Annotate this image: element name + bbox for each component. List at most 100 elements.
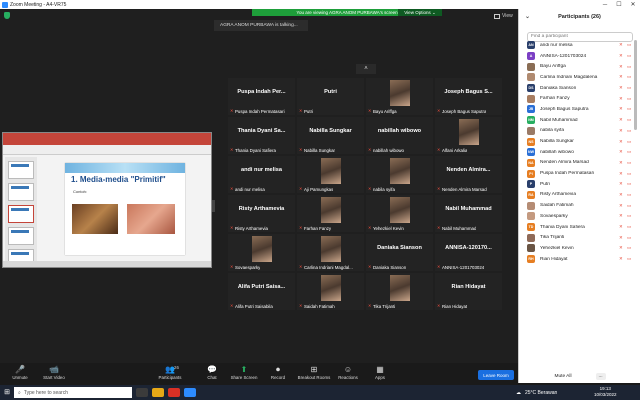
- video-tile[interactable]: Alifa Putri Saisa... ✕ Alifa Putri Saisabi…: [228, 273, 295, 310]
- participant-row[interactable]: TD Thania Dyani Safiera ✕ ▭: [519, 222, 635, 233]
- leave-room-button[interactable]: Leave Room: [478, 370, 514, 380]
- avatar: [527, 212, 535, 221]
- participant-row[interactable]: Yehezkiel Kevin ✕ ▭: [519, 243, 635, 254]
- muted-mic-icon: ✕: [437, 147, 441, 152]
- video-tile[interactable]: ✕ Bayu Ariffga: [366, 78, 433, 115]
- shared-screen[interactable]: 1. Media-media "Primitif" Contoh:: [2, 132, 212, 268]
- participant-row[interactable]: RA Risty Arthamevia ✕ ▭: [519, 190, 635, 201]
- tile-name-label: ✕ Alfani Arkalia: [437, 147, 467, 153]
- muted-mic-icon: ✕: [437, 225, 441, 230]
- collapse-gallery-button[interactable]: ˄: [356, 64, 376, 74]
- video-tile[interactable]: Nabilla Sungkar ✕ Nabilla Sungkar: [297, 117, 364, 154]
- participant-video: [390, 197, 410, 223]
- participant-row[interactable]: NW nabillah wibowo ✕ ▭: [519, 147, 635, 158]
- tile-name-label: ✕ Yehezkiel Kevin: [368, 225, 404, 231]
- participant-row[interactable]: nabila syifa ✕ ▭: [519, 126, 635, 137]
- video-tile[interactable]: Risty Arthamevia ✕ Risty Arthamevia: [228, 195, 295, 232]
- current-slide: 1. Media-media "Primitif" Contoh:: [65, 163, 185, 255]
- apps-button[interactable]: ▦ Apps: [360, 365, 400, 385]
- video-tile[interactable]: Joseph Bagus S... ✕ Joseph Bagus Saputra: [435, 78, 502, 115]
- video-tile[interactable]: ✕ Aji Pamungkas: [297, 156, 364, 193]
- participant-name: Sovaesparky: [540, 213, 568, 219]
- participant-row[interactable]: RH Rian Hidayat ✕ ▭: [519, 254, 635, 265]
- participant-name: nabila syifa: [540, 128, 564, 134]
- video-tile[interactable]: ✕ Carlina Indriani Magdal...: [297, 234, 364, 271]
- participant-row[interactable]: Tika Trijanti ✕ ▭: [519, 232, 635, 243]
- participant-row[interactable]: Sovaesparky ✕ ▭: [519, 211, 635, 222]
- split-divider-handle[interactable]: [212, 200, 215, 212]
- video-tile[interactable]: Nabil Muhammad ✕ Nabil Muhammad: [435, 195, 502, 232]
- participant-name: Putri: [540, 181, 550, 187]
- video-tile[interactable]: Putri ✕ Putri: [297, 78, 364, 115]
- video-tile[interactable]: ✕ Yehezkiel Kevin: [366, 195, 433, 232]
- video-off-icon: ▭: [627, 181, 632, 187]
- muted-mic-icon: ✕: [619, 127, 623, 133]
- video-tile[interactable]: ANNISA-120170... ✕ ANNISA-1201703024: [435, 234, 502, 271]
- title-bar: Zoom Meeting - A4-VR75 ─ ☐ ✕: [0, 0, 640, 9]
- avatar: P: [527, 180, 535, 189]
- muted-mic-icon: ✕: [619, 170, 623, 176]
- participant-row[interactable]: JB Joseph Bagus Saputra ✕ ▭: [519, 104, 635, 115]
- muted-mic-icon: ✕: [619, 159, 623, 165]
- close-icon[interactable]: ✕: [626, 1, 640, 8]
- minimize-icon[interactable]: ─: [598, 2, 612, 8]
- tile-name-label: ✕ Saidah Fatimah: [299, 303, 335, 309]
- participant-row[interactable]: Bayu Ariffga ✕ ▭: [519, 61, 635, 72]
- chevron-up-icon: ˄: [364, 66, 368, 72]
- video-off-icon: ▭: [627, 138, 632, 144]
- participant-row[interactable]: A ANNISA-1201703024 ✕ ▭: [519, 51, 635, 62]
- video-tile[interactable]: nabillah wibowo ✕ nabillah wibowo: [366, 117, 433, 154]
- participant-row[interactable]: NM Nabil Muhammad ✕ ▭: [519, 115, 635, 126]
- video-tile[interactable]: ✕ Sovaesparky: [228, 234, 295, 271]
- mute-all-button[interactable]: Mute All: [554, 374, 571, 379]
- file-explorer-icon[interactable]: [152, 388, 164, 397]
- video-tile[interactable]: andi nur melisa ✕ andi nur melisa: [228, 156, 295, 193]
- video-tile[interactable]: Daniaka Sianson ✕ Daniaka Sianson: [366, 234, 433, 271]
- record-button[interactable]: ⏺ Record: [258, 365, 298, 385]
- chevron-down-icon[interactable]: ⌄: [525, 13, 530, 20]
- more-options-button[interactable]: ...: [595, 372, 606, 380]
- video-tile[interactable]: Puspa Indah Per... ✕ Puspa Indah Permatasa…: [228, 78, 295, 115]
- video-tile[interactable]: Thania Dyani Sa... ✕ Thania Dyani Safiera: [228, 117, 295, 154]
- muted-mic-icon: ✕: [368, 264, 372, 269]
- zoom-taskbar-icon[interactable]: [184, 388, 196, 397]
- video-tile[interactable]: ✕ Saidah Fatimah: [297, 273, 364, 310]
- slide-thumbnail: [8, 183, 34, 201]
- start-video-button[interactable]: 📹 Start Video: [34, 365, 74, 385]
- tile-display-name: Nabilla Sungkar: [309, 128, 352, 134]
- video-tile[interactable]: ✕ Tika Trijanti: [366, 273, 433, 310]
- participant-row[interactable]: Saidah Fatimah ✕ ▭: [519, 200, 635, 211]
- chrome-icon[interactable]: [168, 388, 180, 397]
- video-tile[interactable]: Nenden Almira... ✕ Nenden Almira Marsad: [435, 156, 502, 193]
- participant-row[interactable]: NS Nabilla Sungkar ✕ ▭: [519, 136, 635, 147]
- security-shield-icon[interactable]: [4, 12, 10, 19]
- task-view-icon[interactable]: [136, 388, 148, 397]
- taskbar-search-box[interactable]: ⌕ Type here to search: [14, 387, 132, 398]
- slide-thumbnail-pane: [5, 157, 37, 267]
- participant-list-scrollbar[interactable]: [634, 40, 637, 130]
- tile-display-name: Nabil Muhammad: [445, 206, 492, 212]
- record-icon: ⏺: [276, 365, 280, 374]
- video-tile[interactable]: ✕ Farhan Fanzy: [297, 195, 364, 232]
- muted-mic-icon: ✕: [230, 147, 234, 152]
- video-tile[interactable]: Rian Hidayat ✕ Rian Hidayat: [435, 273, 502, 310]
- video-tile[interactable]: ✕ nabila syifa: [366, 156, 433, 193]
- grid-view-icon: [494, 13, 500, 19]
- participant-row[interactable]: DS Daniaka Sianson ✕ ▭: [519, 83, 635, 94]
- participant-row[interactable]: Carlina Indriani Magdalena ✕ ▭: [519, 72, 635, 83]
- maximize-icon[interactable]: ☐: [612, 1, 626, 8]
- muted-mic-icon: ✕: [619, 106, 623, 112]
- participant-row[interactable]: AN andi nur melisa ✕ ▭: [519, 40, 635, 51]
- taskbar-clock[interactable]: 19:13 10/03/2022: [594, 386, 617, 398]
- view-button[interactable]: View: [494, 13, 513, 19]
- muted-mic-icon: ✕: [437, 303, 441, 308]
- participants-button[interactable]: 👥 26 Participants: [150, 365, 190, 385]
- participant-row[interactable]: PI Puspa Indah Permatasari ✕ ▭: [519, 168, 635, 179]
- participant-row[interactable]: NA Nenden Almira Marsad ✕ ▭: [519, 158, 635, 169]
- participant-name: Nenden Almira Marsad: [540, 160, 589, 166]
- participant-row[interactable]: P Putri ✕ ▭: [519, 179, 635, 190]
- participant-row[interactable]: Farhan Fanzy ✕ ▭: [519, 93, 635, 104]
- windows-start-icon[interactable]: ⊞: [0, 385, 14, 400]
- view-options-button[interactable]: View Options ⌄: [398, 9, 442, 16]
- video-tile[interactable]: ✕ Alfani Arkalia: [435, 117, 502, 154]
